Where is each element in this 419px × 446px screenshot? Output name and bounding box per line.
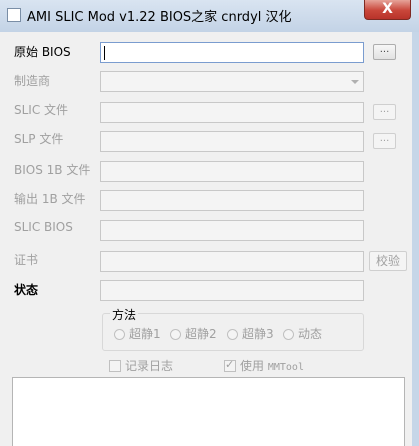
title-bar: AMI SLIC Mod v1.22 BIOS之家 cnrdyl 汉化 X	[0, 0, 419, 32]
chevron-down-icon	[351, 80, 359, 84]
radio-icon	[283, 329, 294, 340]
log-checkbox[interactable]: 记录日志	[109, 357, 173, 373]
window-title: AMI SLIC Mod v1.22 BIOS之家 cnrdyl 汉化	[27, 10, 292, 25]
radio-icon	[170, 329, 181, 340]
bios-1b-file-label: BIOS 1B 文件	[14, 163, 91, 177]
certificate-label: 证书	[14, 253, 39, 267]
manufacturer-label: 制造商	[14, 74, 51, 88]
verify-button[interactable]: 校验	[369, 251, 407, 271]
status-field	[100, 280, 364, 301]
browse-slp-file-button[interactable]: ...	[373, 133, 396, 149]
status-label: 状态	[14, 283, 39, 297]
certificate-input[interactable]	[100, 251, 364, 272]
bios-1b-file-input[interactable]	[100, 161, 364, 182]
app-icon	[7, 8, 21, 22]
output-1b-file-input[interactable]	[100, 190, 364, 211]
method-group-title: 方法	[110, 306, 139, 323]
original-bios-input[interactable]	[100, 42, 364, 63]
checkbox-icon	[109, 360, 121, 372]
close-button[interactable]: X	[364, 0, 411, 20]
original-bios-label: 原始 BIOS	[14, 45, 71, 59]
radio-icon	[114, 329, 125, 340]
browse-slic-file-button[interactable]: ...	[373, 104, 396, 120]
slp-file-label: SLP 文件	[14, 132, 64, 146]
output-1b-file-label: 输出 1B 文件	[14, 192, 86, 206]
radio-icon	[227, 329, 238, 340]
use-mmtool-checkbox[interactable]: ✓ 使用 MMTool	[224, 357, 304, 373]
method-radio-dynamic[interactable]: 动态	[283, 325, 322, 341]
manufacturer-combo[interactable]	[100, 71, 364, 92]
browse-original-bios-button[interactable]: ...	[373, 44, 396, 60]
window-frame	[412, 32, 419, 446]
method-radio-1[interactable]: 超静1	[114, 325, 161, 341]
log-textarea[interactable]	[12, 377, 405, 446]
method-radio-2[interactable]: 超静2	[170, 325, 217, 341]
slic-file-input[interactable]	[100, 102, 364, 123]
slic-bios-label: SLIC BIOS	[14, 220, 73, 234]
slic-bios-input[interactable]	[100, 220, 364, 241]
slp-file-input[interactable]	[100, 131, 364, 152]
slic-file-label: SLIC 文件	[14, 103, 69, 117]
close-icon: X	[382, 1, 393, 17]
method-radio-3[interactable]: 超静3	[227, 325, 274, 341]
checkbox-checked-icon: ✓	[224, 358, 236, 372]
